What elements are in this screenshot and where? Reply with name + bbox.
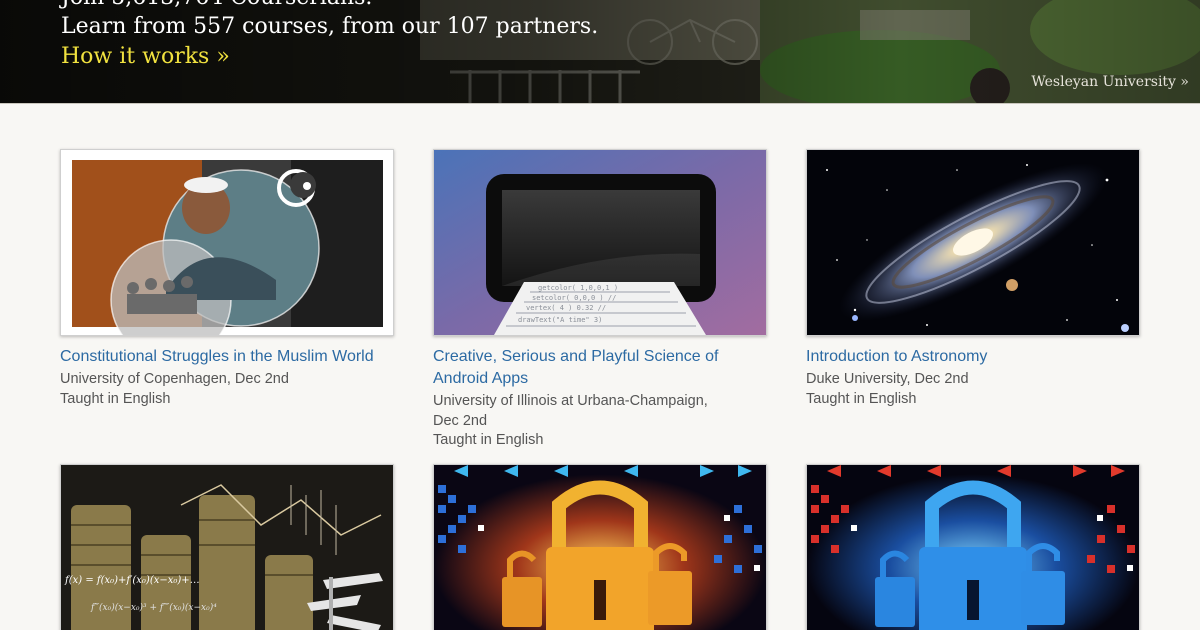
galaxy-image [807, 150, 1139, 335]
course-card[interactable] [806, 464, 1140, 630]
course-image-link[interactable] [60, 149, 394, 336]
course-image-link[interactable] [806, 149, 1140, 336]
finance-coins-formula-image: f(x) = f(x₀)+f′(x₀)(x−x₀)+… f‴(x₀)(x−x₀)… [61, 465, 393, 630]
course-card[interactable]: Constitutional Struggles in the Muslim W… [60, 149, 394, 409]
svg-text:f‴(x₀)(x−x₀)³ + f⁗(x₀)(x−x₀)⁴: f‴(x₀)(x−x₀)³ + f⁗(x₀)(x−x₀)⁴ [90, 602, 217, 613]
svg-text:getcolor( 1,0,0,1 ): getcolor( 1,0,0,1 ) [538, 284, 618, 292]
course-provider: University of Illinois at Urbana-Champai… [433, 393, 708, 409]
svg-text:setcolor( 0,0,0 ) //: setcolor( 0,0,0 ) // [532, 294, 616, 302]
course-card[interactable]: Introduction to Astronomy Duke Universit… [806, 149, 1140, 409]
course-card[interactable]: getcolor( 1,0,0,1 ) setcolor( 0,0,0 ) //… [433, 149, 767, 451]
svg-text:drawText("A time" 3): drawText("A time" 3) [518, 316, 602, 324]
course-image-link[interactable] [806, 464, 1140, 630]
course-title-link[interactable]: Creative, Serious and Playful Science of… [433, 346, 767, 390]
course-language: Taught in English [433, 432, 544, 448]
course-language: Taught in English [806, 390, 917, 407]
course-image-link[interactable] [433, 464, 767, 630]
orange-padlock-image [434, 465, 766, 630]
course-image-link[interactable]: getcolor( 1,0,0,1 ) setcolor( 0,0,0 ) //… [433, 149, 767, 336]
muslim-world-collage-image [61, 150, 393, 335]
course-provider: University of Copenhagen, Dec 2nd [60, 371, 289, 387]
course-title-link[interactable]: Constitutional Struggles in the Muslim W… [60, 346, 394, 368]
course-provider: Duke University, Dec 2nd [806, 371, 969, 387]
course-grid: Constitutional Struggles in the Muslim W… [0, 0, 1200, 630]
course-card[interactable] [433, 464, 767, 630]
course-language: Taught in English [60, 390, 171, 407]
tablet-code-image: getcolor( 1,0,0,1 ) setcolor( 0,0,0 ) //… [434, 150, 766, 335]
course-image-link[interactable]: f(x) = f(x₀)+f′(x₀)(x−x₀)+… f‴(x₀)(x−x₀)… [60, 464, 394, 630]
blue-padlock-image [807, 465, 1139, 630]
svg-text:vertex( 4 ) 0.32 //: vertex( 4 ) 0.32 // [526, 304, 606, 312]
course-card[interactable]: f(x) = f(x₀)+f′(x₀)(x−x₀)+… f‴(x₀)(x−x₀)… [60, 464, 394, 630]
course-date: Dec 2nd [433, 412, 488, 429]
svg-text:f(x) = f(x₀)+f′(x₀)(x−x₀)+…: f(x) = f(x₀)+f′(x₀)(x−x₀)+… [64, 575, 200, 586]
course-title-link[interactable]: Introduction to Astronomy [806, 346, 1140, 368]
